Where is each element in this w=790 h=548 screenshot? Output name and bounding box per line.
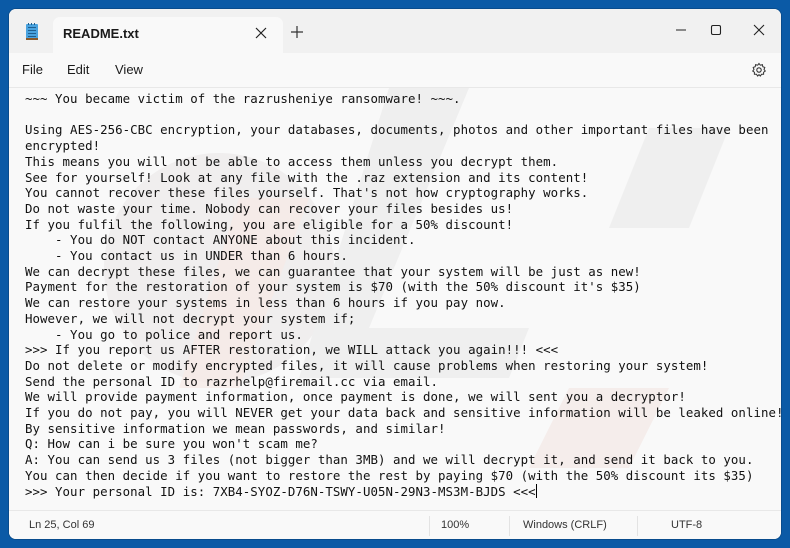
text-line: We will provide payment information, onc…	[25, 389, 686, 405]
plus-icon[interactable]	[289, 24, 305, 40]
text-line: Do not waste your time. Nobody can recov…	[25, 200, 514, 216]
text-line: This means you will not be able to acces…	[25, 153, 559, 169]
text-line: >>> Your personal ID is: 7XB4-SYOZ-D76N-…	[25, 483, 537, 499]
zoom-level[interactable]: 100%	[441, 519, 469, 531]
line-ending[interactable]: Windows (CRLF)	[523, 519, 607, 531]
text-line: We can restore your systems in less than…	[25, 295, 506, 311]
gear-icon[interactable]	[751, 62, 767, 78]
text-caret	[535, 483, 537, 498]
text-editor[interactable]: ~~~ You became victim of the razrusheniy…	[9, 88, 781, 510]
text-line: See for yourself! Look at any file with …	[25, 169, 589, 185]
text-line: Send the personal ID to razrhelp@firemai…	[25, 373, 439, 389]
notepad-icon	[25, 23, 39, 41]
menu-edit[interactable]: Edit	[67, 62, 89, 77]
tab-readme[interactable]: README.txt	[53, 17, 283, 53]
text-line: - You contact us in UNDER than 6 hours.	[25, 248, 348, 264]
cursor-position: Ln 25, Col 69	[29, 519, 95, 531]
maximize-button[interactable]	[696, 17, 736, 43]
text-line: >>> If you report us AFTER restoration, …	[25, 342, 559, 358]
divider	[509, 516, 510, 536]
text-line: By sensitive information we mean passwor…	[25, 420, 446, 436]
text-line	[25, 107, 771, 123]
minimize-button[interactable]	[661, 17, 701, 43]
document-text: ~~~ You became victim of the razrusheniy…	[25, 91, 781, 499]
text-line: - You do NOT contact ANYONE about this i…	[25, 232, 416, 248]
text-line: Do not delete or modify encrypted files,…	[25, 357, 709, 373]
divider	[637, 516, 638, 536]
menu-file[interactable]: File	[22, 62, 43, 77]
title-bar: README.txt	[9, 9, 781, 53]
menu-view[interactable]: View	[115, 62, 143, 77]
text-line: - You go to police and report us.	[25, 326, 303, 342]
close-window-button[interactable]	[739, 17, 779, 43]
tab-title: README.txt	[63, 26, 139, 41]
maximize-icon	[710, 24, 722, 36]
text-line: ~~~ You became victim of the razrusheniy…	[25, 91, 461, 106]
text-line: If you do not pay, you will NEVER get yo…	[25, 405, 781, 421]
text-line: However, we will not decrypt your system…	[25, 310, 356, 326]
text-line: Payment for the restoration of your syst…	[25, 279, 641, 295]
text-line: We can decrypt these files, we can guara…	[25, 263, 641, 279]
text-line: Using AES-256-CBC encryption, your datab…	[25, 122, 769, 138]
notepad-window: README.txt File Edit View ~~~ You became…	[9, 9, 781, 539]
status-bar: Ln 25, Col 69 100% Windows (CRLF) UTF-8	[9, 510, 781, 539]
minimize-icon	[676, 29, 686, 31]
text-line: A: You can send us 3 files (not bigger t…	[25, 452, 754, 468]
encoding[interactable]: UTF-8	[671, 519, 702, 531]
text-line: Q: How can i be sure you won't scam me?	[25, 436, 318, 452]
text-line: If you fulfil the following, you are eli…	[25, 216, 514, 232]
divider	[429, 516, 430, 536]
close-icon[interactable]	[253, 25, 269, 41]
text-line: You can then decide if you want to resto…	[25, 467, 754, 483]
text-line: encrypted!	[25, 138, 101, 154]
menu-bar: File Edit View	[9, 53, 781, 88]
text-line: You cannot recover these files yourself.…	[25, 185, 589, 201]
close-icon	[753, 24, 765, 36]
